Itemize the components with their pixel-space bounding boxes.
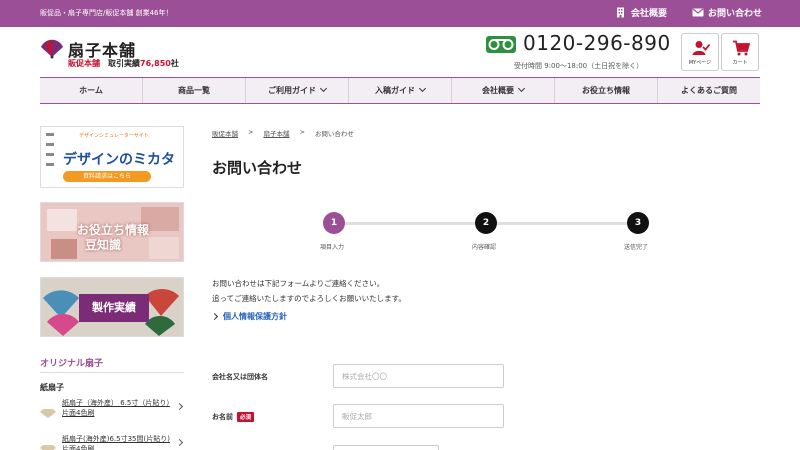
nav-label: ホーム: [79, 86, 103, 95]
logo-record-label: 取引実績: [108, 59, 140, 68]
banner1-title: デザインのミカタ: [63, 152, 175, 168]
building-icon: [615, 7, 626, 18]
original-fans-heading: オリジナル扇子: [40, 359, 104, 369]
privacy-policy-link[interactable]: 個人情報保護方針: [210, 311, 287, 322]
nav-item-faq[interactable]: よくあるご質問: [658, 78, 760, 103]
breadcrumb-link[interactable]: 販促本舗: [212, 128, 238, 138]
nav-item-usage-guide[interactable]: ご利用ガイド: [246, 78, 349, 103]
name-input[interactable]: [333, 404, 504, 428]
banner3-label: 製作実績: [79, 294, 149, 322]
step-circle-1: 1: [323, 212, 345, 234]
nav-item-company[interactable]: 会社概要: [452, 78, 555, 103]
logo-sub-brand: 販促本舗: [68, 59, 100, 68]
step-label-3: 送信完了: [624, 244, 649, 251]
required-badge: 必須: [237, 412, 255, 422]
breadcrumb: 販促本舗 > 扇子本舗 > お問い合わせ: [212, 128, 354, 138]
nav-item-submission-guide[interactable]: 入稿ガイド: [349, 78, 452, 103]
company-field-label: 会社名又は団体名: [212, 372, 268, 382]
useful-info-banner[interactable]: お役立ち情報 豆知識: [40, 202, 184, 262]
progress-steps: 1 2 3 項目入力 内容確認 送信完了: [320, 210, 660, 255]
paper-fans-heading: 紙扇子: [40, 383, 64, 392]
contact-link[interactable]: お問い合わせ: [692, 6, 762, 19]
next-field-input[interactable]: [333, 445, 439, 450]
chevron-right-icon: [175, 402, 184, 411]
site-header: 扇子本舗 販促本舗 取引実績76,850社 0120-296-890 受付時間 …: [0, 27, 800, 77]
production-results-banner[interactable]: 製作実績: [40, 277, 184, 337]
name-label-text: お名前: [212, 413, 233, 421]
nav-item-home[interactable]: ホーム: [40, 78, 143, 103]
company-input[interactable]: [333, 364, 504, 388]
phone-number: 0120-296-890: [523, 31, 671, 55]
divider: [40, 372, 184, 373]
fan-logo-icon: [40, 39, 64, 59]
intro-text: お問い合わせは下記フォームよりご連絡ください。 追ってご連絡いたしますのでよろし…: [212, 276, 406, 306]
nav-item-useful-info[interactable]: お役立ち情報: [555, 78, 658, 103]
user-check-icon: [692, 40, 711, 56]
breadcrumb-current: お問い合わせ: [314, 130, 354, 138]
nav-label: ご利用ガイド: [268, 86, 316, 95]
nav-label: お役立ち情報: [582, 86, 630, 95]
product-name: 紙扇子(海外産)6.5寸35間(片貼り)片面4色刷: [62, 435, 170, 450]
nav-label: 入稿ガイド: [375, 86, 415, 95]
top-bar: 販促品・扇子専門店/販促本舗 創業46年！ 会社概要 お問い合わせ: [0, 0, 800, 27]
nav-label: 会社概要: [482, 86, 514, 95]
chevron-down-icon: [418, 84, 427, 93]
breadcrumb-link[interactable]: 扇子本舗: [263, 128, 289, 138]
chevron-right-icon: [175, 438, 184, 447]
nav-label: よくあるご質問: [681, 86, 737, 95]
phone-hours: 受付時間 9:00〜18:00（土日祝を除く）: [514, 62, 644, 70]
mypage-button[interactable]: MYページ: [681, 33, 719, 71]
phone-block[interactable]: 0120-296-890 受付時間 9:00〜18:00（土日祝を除く）: [486, 31, 671, 73]
tool-palette-icon: [46, 133, 54, 166]
chevron-right-icon: [210, 312, 219, 321]
step-circle-2: 2: [475, 212, 497, 234]
fan-thumbnail-icon: [40, 440, 56, 450]
banner2-line2: 豆知識: [85, 238, 122, 252]
main-nav: ホーム 商品一覧 ご利用ガイド 入稿ガイド 会社概要 お役立ち情報 よくあるご質…: [40, 77, 760, 104]
step-label-2: 内容確認: [472, 244, 497, 251]
company-overview-label: 会社概要: [631, 9, 668, 19]
banner1-caption: デザインシミュレーターサイト: [79, 133, 149, 139]
page-title: お問い合わせ: [212, 159, 303, 177]
mypage-label: MYページ: [688, 60, 712, 66]
logo-record-count: 76,850: [140, 59, 171, 68]
product-link[interactable]: 紙扇子（海外産） 6.5寸（片貼り）片面4色刷: [40, 398, 184, 424]
company-label-text: 会社名又は団体名: [212, 373, 268, 381]
chevron-down-icon: [319, 84, 328, 93]
company-overview-link[interactable]: 会社概要: [615, 6, 667, 19]
product-name: 紙扇子（海外産） 6.5寸（片貼り）片面4色刷: [62, 399, 170, 417]
intro-line2: 追ってご連絡いたしますのでよろしくお願いいたします。: [212, 294, 406, 303]
design-simulator-banner[interactable]: デザインシミュレーターサイト デザインのミカタ 資料請求はこちら: [40, 126, 184, 188]
site-tagline: 販促品・扇子専門店/販促本舗 創業46年！: [40, 9, 173, 17]
privacy-policy-label: 個人情報保護方針: [223, 312, 287, 321]
name-field-label: お名前 必須: [212, 412, 255, 422]
nav-label: 商品一覧: [178, 86, 210, 95]
mail-icon: [692, 7, 704, 18]
step-circle-3: 3: [627, 212, 649, 234]
breadcrumb-separator: >: [299, 128, 305, 136]
intro-line1: お問い合わせは下記フォームよりご連絡ください。: [212, 279, 385, 288]
logo-subline: 販促本舗 取引実績76,850社: [68, 58, 179, 69]
breadcrumb-separator: >: [248, 128, 254, 136]
contact-label: お問い合わせ: [708, 9, 763, 19]
site-logo[interactable]: 扇子本舗 販促本舗 取引実績76,850社: [40, 37, 200, 73]
freedial-icon: [486, 36, 516, 53]
fan-thumbnail-icon: [40, 404, 56, 418]
logo-record-unit: 社: [170, 59, 179, 68]
nav-item-products[interactable]: 商品一覧: [143, 78, 246, 103]
step-label-1: 項目入力: [320, 244, 345, 251]
banner1-cta: 資料請求はこちら: [63, 171, 151, 182]
product-link[interactable]: 紙扇子(海外産)6.5寸35間(片貼り)片面4色刷: [40, 434, 184, 450]
chevron-down-icon: [517, 84, 526, 93]
cart-button[interactable]: カート: [721, 33, 759, 71]
cart-label: カート: [732, 60, 748, 66]
cart-icon: [732, 40, 751, 56]
